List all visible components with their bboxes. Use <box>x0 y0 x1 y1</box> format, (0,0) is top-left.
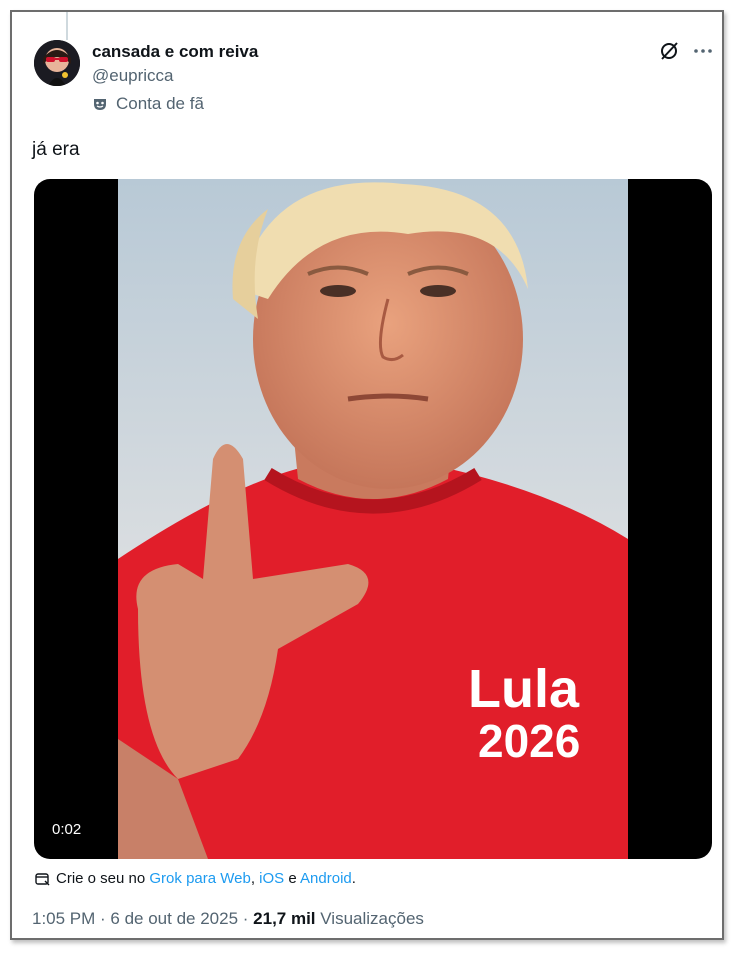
views-count: 21,7 mil <box>253 909 316 928</box>
grok-android-link[interactable]: Android <box>300 870 352 887</box>
grok-end: . <box>351 870 356 887</box>
video-timestamp: 0:02 <box>46 819 88 840</box>
avatar[interactable] <box>34 40 80 86</box>
grok-sep1: , <box>250 870 255 887</box>
tweet-meta: 1:05 PM · 6 de out de 2025 · 21,7 mil Vi… <box>32 909 424 929</box>
grok-sep2: e <box>288 870 297 887</box>
tweet-card: cansada e com reiva @eupricca Conta de f… <box>10 10 724 940</box>
thread-connector <box>66 12 68 40</box>
author-handle[interactable]: @eupricca <box>92 66 174 86</box>
video-player[interactable]: Lula 2026 0:02 <box>34 179 712 859</box>
mask-icon <box>94 99 106 110</box>
author-name[interactable]: cansada e com reiva <box>92 42 258 62</box>
fan-account-badge: Conta de fã <box>92 94 204 114</box>
shirt-text-year: 2026 <box>478 715 580 767</box>
views-label: Visualizações <box>320 909 424 928</box>
grok-create-icon <box>35 872 50 885</box>
grok-icon[interactable] <box>658 40 680 62</box>
timestamp[interactable]: 1:05 PM · 6 de out de 2025 · <box>32 909 248 928</box>
grok-ios-link[interactable]: iOS <box>259 870 284 887</box>
more-options-icon[interactable] <box>692 40 714 62</box>
grok-prefix: Crie o seu no <box>56 870 146 887</box>
tweet-text: já era <box>32 139 80 160</box>
shirt-text-lula: Lula <box>468 659 580 719</box>
video-frame: Lula 2026 <box>118 179 628 859</box>
badge-label: Conta de fã <box>116 94 204 113</box>
grok-attribution: Crie o seu no Grok para Web, iOS e Andro… <box>34 870 356 887</box>
grok-web-link[interactable]: Grok para Web <box>149 870 250 887</box>
